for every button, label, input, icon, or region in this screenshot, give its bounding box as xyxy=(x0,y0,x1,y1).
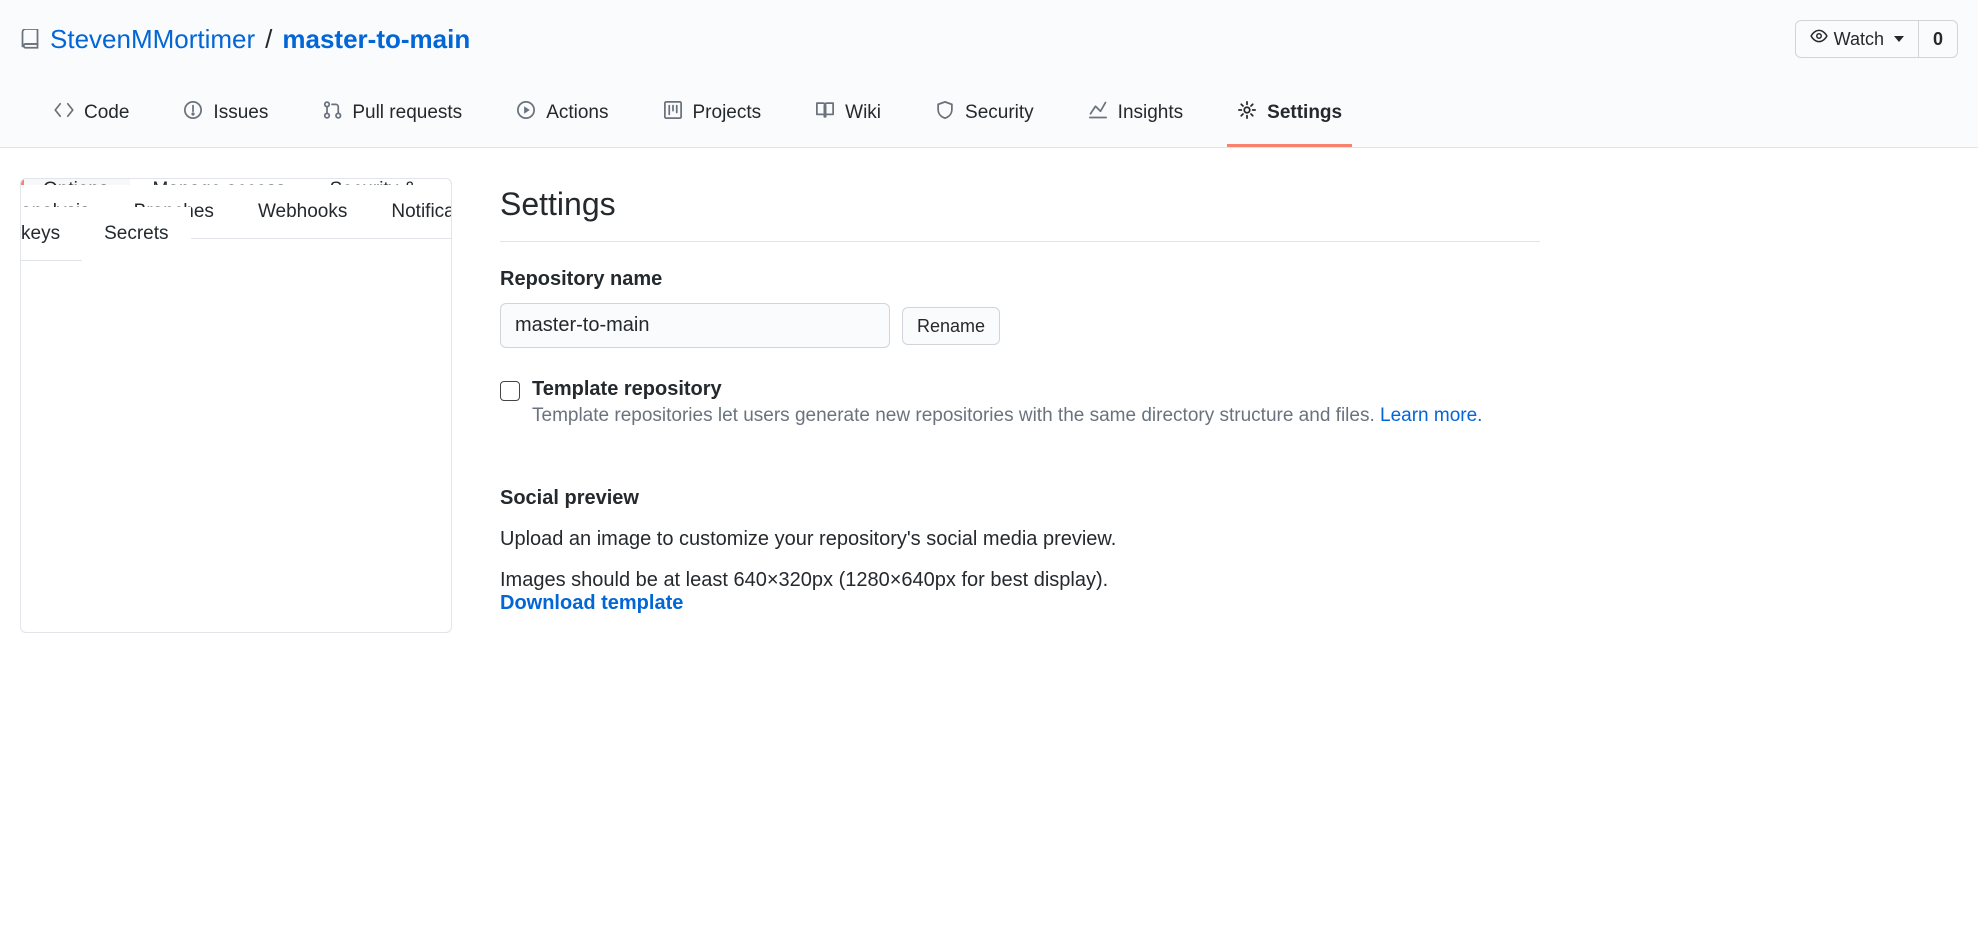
tab-label: Settings xyxy=(1267,102,1342,124)
code-icon xyxy=(54,100,74,126)
settings-container: OptionsManage accessSecurity & analysisB… xyxy=(0,148,1560,663)
template-repo-content: Template repository Template repositorie… xyxy=(532,378,1482,427)
play-icon xyxy=(516,100,536,126)
social-preview-text-1: Upload an image to customize your reposi… xyxy=(500,528,1540,551)
social-preview-text-2: Images should be at least 640×320px (128… xyxy=(500,569,1540,615)
tab-issues[interactable]: Issues xyxy=(173,88,278,147)
template-repo-row: Template repository Template repositorie… xyxy=(500,378,1540,427)
template-repo-label: Template repository xyxy=(532,378,1482,401)
watch-button-group: Watch 0 xyxy=(1795,20,1958,58)
tab-settings[interactable]: Settings xyxy=(1227,88,1352,147)
tab-label: Insights xyxy=(1118,102,1183,124)
tab-label: Issues xyxy=(213,102,268,124)
sidebar-item-webhooks[interactable]: Webhooks xyxy=(236,185,369,239)
tab-security[interactable]: Security xyxy=(925,88,1044,147)
repo-title-row: StevenMMortimer / master-to-main Watch 0 xyxy=(20,20,1958,88)
repo-name-label: Repository name xyxy=(500,268,1540,291)
social-preview-heading: Social preview xyxy=(500,487,1540,510)
watch-label: Watch xyxy=(1834,27,1884,51)
repo-title: StevenMMortimer / master-to-main xyxy=(20,24,470,55)
watch-count[interactable]: 0 xyxy=(1918,20,1958,58)
caret-down-icon xyxy=(1894,36,1904,42)
divider xyxy=(500,241,1540,242)
tab-label: Security xyxy=(965,102,1034,124)
tab-actions[interactable]: Actions xyxy=(506,88,618,147)
settings-side-menu: OptionsManage accessSecurity & analysisB… xyxy=(20,178,452,633)
tab-insights[interactable]: Insights xyxy=(1078,88,1193,147)
repo-name-input[interactable] xyxy=(500,303,890,348)
tab-label: Code xyxy=(84,102,129,124)
template-repo-checkbox[interactable] xyxy=(500,381,520,401)
settings-main: Settings Repository name Rename Template… xyxy=(500,178,1540,633)
issue-icon xyxy=(183,100,203,126)
eye-icon xyxy=(1810,27,1828,51)
tab-code[interactable]: Code xyxy=(44,88,139,147)
download-template-link[interactable]: Download template xyxy=(500,592,683,614)
sidebar-item-secrets[interactable]: Secrets xyxy=(82,207,190,260)
git-pull-request-icon xyxy=(322,100,342,126)
watch-button[interactable]: Watch xyxy=(1795,20,1919,58)
repo-owner-link[interactable]: StevenMMortimer xyxy=(50,24,255,55)
sidebar-item-notifications[interactable]: Notifications xyxy=(369,185,452,239)
tab-pull-requests[interactable]: Pull requests xyxy=(312,88,472,147)
repo-tabs: Code Issues Pull requests Actions Projects Wi… xyxy=(20,88,1958,147)
tab-wiki[interactable]: Wiki xyxy=(805,88,891,147)
project-icon xyxy=(663,100,683,126)
repo-header: StevenMMortimer / master-to-main Watch 0… xyxy=(0,0,1978,148)
header-actions: Watch 0 xyxy=(1795,20,1958,58)
tab-label: Actions xyxy=(546,102,608,124)
repo-separator: / xyxy=(265,24,272,55)
page-title: Settings xyxy=(500,186,1540,223)
tab-projects[interactable]: Projects xyxy=(653,88,772,147)
gear-icon xyxy=(1237,100,1257,126)
graph-icon xyxy=(1088,100,1108,126)
book-icon xyxy=(815,100,835,126)
repo-name-link[interactable]: master-to-main xyxy=(282,24,470,55)
repo-icon xyxy=(20,29,40,49)
template-repo-description: Template repositories let users generate… xyxy=(532,405,1482,427)
tab-label: Projects xyxy=(693,102,762,124)
rename-button[interactable]: Rename xyxy=(902,307,1000,345)
learn-more-link[interactable]: Learn more. xyxy=(1380,405,1482,426)
repo-name-row: Rename xyxy=(500,303,1540,348)
shield-icon xyxy=(935,100,955,126)
tab-label: Wiki xyxy=(845,102,881,124)
tab-label: Pull requests xyxy=(352,102,462,124)
